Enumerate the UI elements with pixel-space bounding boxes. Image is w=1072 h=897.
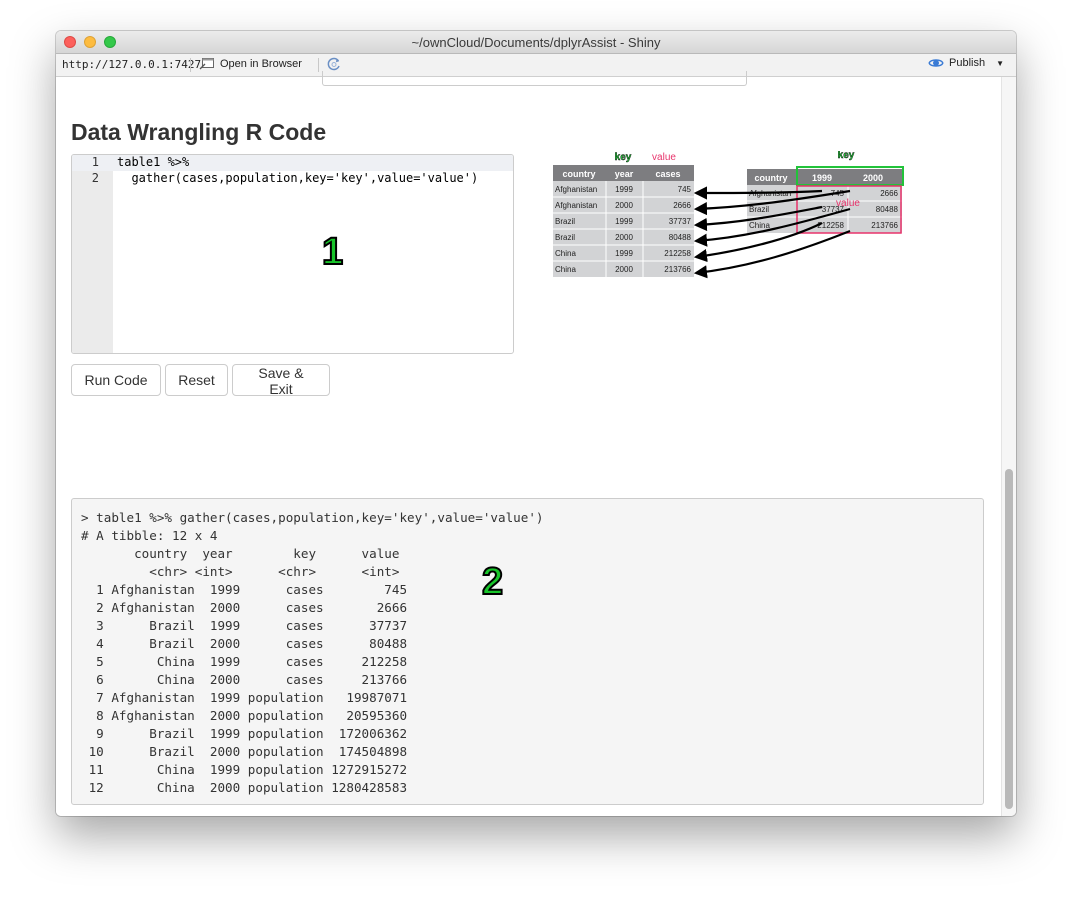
window-title: ~/ownCloud/Documents/dplyrAssist - Shiny	[411, 35, 661, 50]
open-in-browser-label: Open in Browser	[220, 57, 302, 70]
annotation-number: 2	[481, 560, 504, 604]
right-cell: 80488	[876, 205, 899, 214]
left-cell: 212258	[664, 249, 691, 258]
scrollbar-thumb[interactable]	[1005, 469, 1013, 809]
left-cell: 1999	[615, 185, 633, 194]
left-value-label: value	[652, 152, 676, 163]
refresh-icon[interactable]	[326, 56, 342, 72]
left-cell: 2000	[615, 201, 633, 210]
right-cell: China	[749, 221, 770, 230]
gather-diagram: key value country year cases Afghanistan…	[553, 151, 904, 279]
left-key-label: key	[615, 152, 632, 163]
right-cell: 2666	[880, 189, 898, 198]
right-header-text: country	[754, 173, 787, 183]
url-text[interactable]: http://127.0.0.1:7427	[62, 58, 201, 71]
left-cell: 1999	[615, 217, 633, 226]
vertical-scrollbar[interactable]	[1001, 77, 1016, 816]
publish-button[interactable]: Publish ▼	[928, 57, 1004, 69]
annotation-number: 1	[321, 230, 344, 274]
code-text[interactable]: gather(cases,population,key='key',value=…	[117, 171, 478, 185]
left-table-body	[553, 181, 694, 277]
right-key-label: key	[838, 151, 855, 161]
left-cell: Brazil	[555, 233, 575, 242]
page-title: Data Wrangling R Code	[71, 119, 327, 145]
run-code-button[interactable]: Run Code	[71, 364, 161, 396]
left-cell: 2666	[673, 201, 691, 210]
right-header-text: 1999	[812, 173, 832, 183]
left-cell: 213766	[664, 265, 691, 274]
browser-window-icon	[199, 58, 214, 70]
chevron-down-icon[interactable]: ▼	[996, 59, 1004, 68]
open-in-browser-button[interactable]: Open in Browser	[199, 57, 302, 70]
left-cell: China	[555, 265, 576, 274]
console-output: > table1 %>% gather(cases,population,key…	[71, 498, 984, 805]
app-content: Data Wrangling R Code 1 table1 %>% 2 gat…	[56, 71, 1002, 816]
console-output-text: > table1 %>% gather(cases,population,key…	[81, 510, 544, 795]
app-window: ~/ownCloud/Documents/dplyrAssist - Shiny…	[56, 31, 1016, 816]
left-cell: Afghanistan	[555, 201, 597, 210]
right-header-text: 2000	[863, 173, 883, 183]
left-cell: 2000	[615, 233, 633, 242]
code-line[interactable]: 2 gather(cases,population,key='key',valu…	[72, 171, 513, 187]
left-cell: 2000	[615, 265, 633, 274]
toolbar-separator	[190, 58, 191, 72]
left-cell: 80488	[669, 233, 692, 242]
code-line[interactable]: 1 table1 %>%	[72, 155, 513, 171]
line-number: 1	[91, 155, 99, 169]
left-cell: 37737	[669, 217, 692, 226]
line-number: 2	[91, 171, 99, 185]
left-header-text: year	[615, 169, 634, 179]
left-header-text: cases	[655, 169, 680, 179]
reset-button[interactable]: Reset	[165, 364, 228, 396]
save-exit-button[interactable]: Save & Exit	[232, 364, 330, 397]
title-bar: ~/ownCloud/Documents/dplyrAssist - Shiny	[56, 31, 1016, 54]
publish-label: Publish	[949, 57, 986, 69]
right-cell: 213766	[871, 221, 898, 230]
left-cell: 745	[678, 185, 692, 194]
toolbar-separator	[318, 58, 319, 72]
right-value-label: value	[836, 198, 860, 209]
left-cell: Afghanistan	[555, 185, 597, 194]
code-text[interactable]: table1 %>%	[117, 155, 189, 169]
left-cell: Brazil	[555, 217, 575, 226]
left-cell: 1999	[615, 249, 633, 258]
right-cell: Brazil	[749, 205, 769, 214]
left-cell: China	[555, 249, 576, 258]
publish-icon	[928, 59, 944, 67]
left-header-text: country	[562, 169, 595, 179]
previous-panel-edge	[322, 71, 747, 86]
code-editor[interactable]: 1 table1 %>% 2 gather(cases,population,k…	[71, 154, 514, 354]
